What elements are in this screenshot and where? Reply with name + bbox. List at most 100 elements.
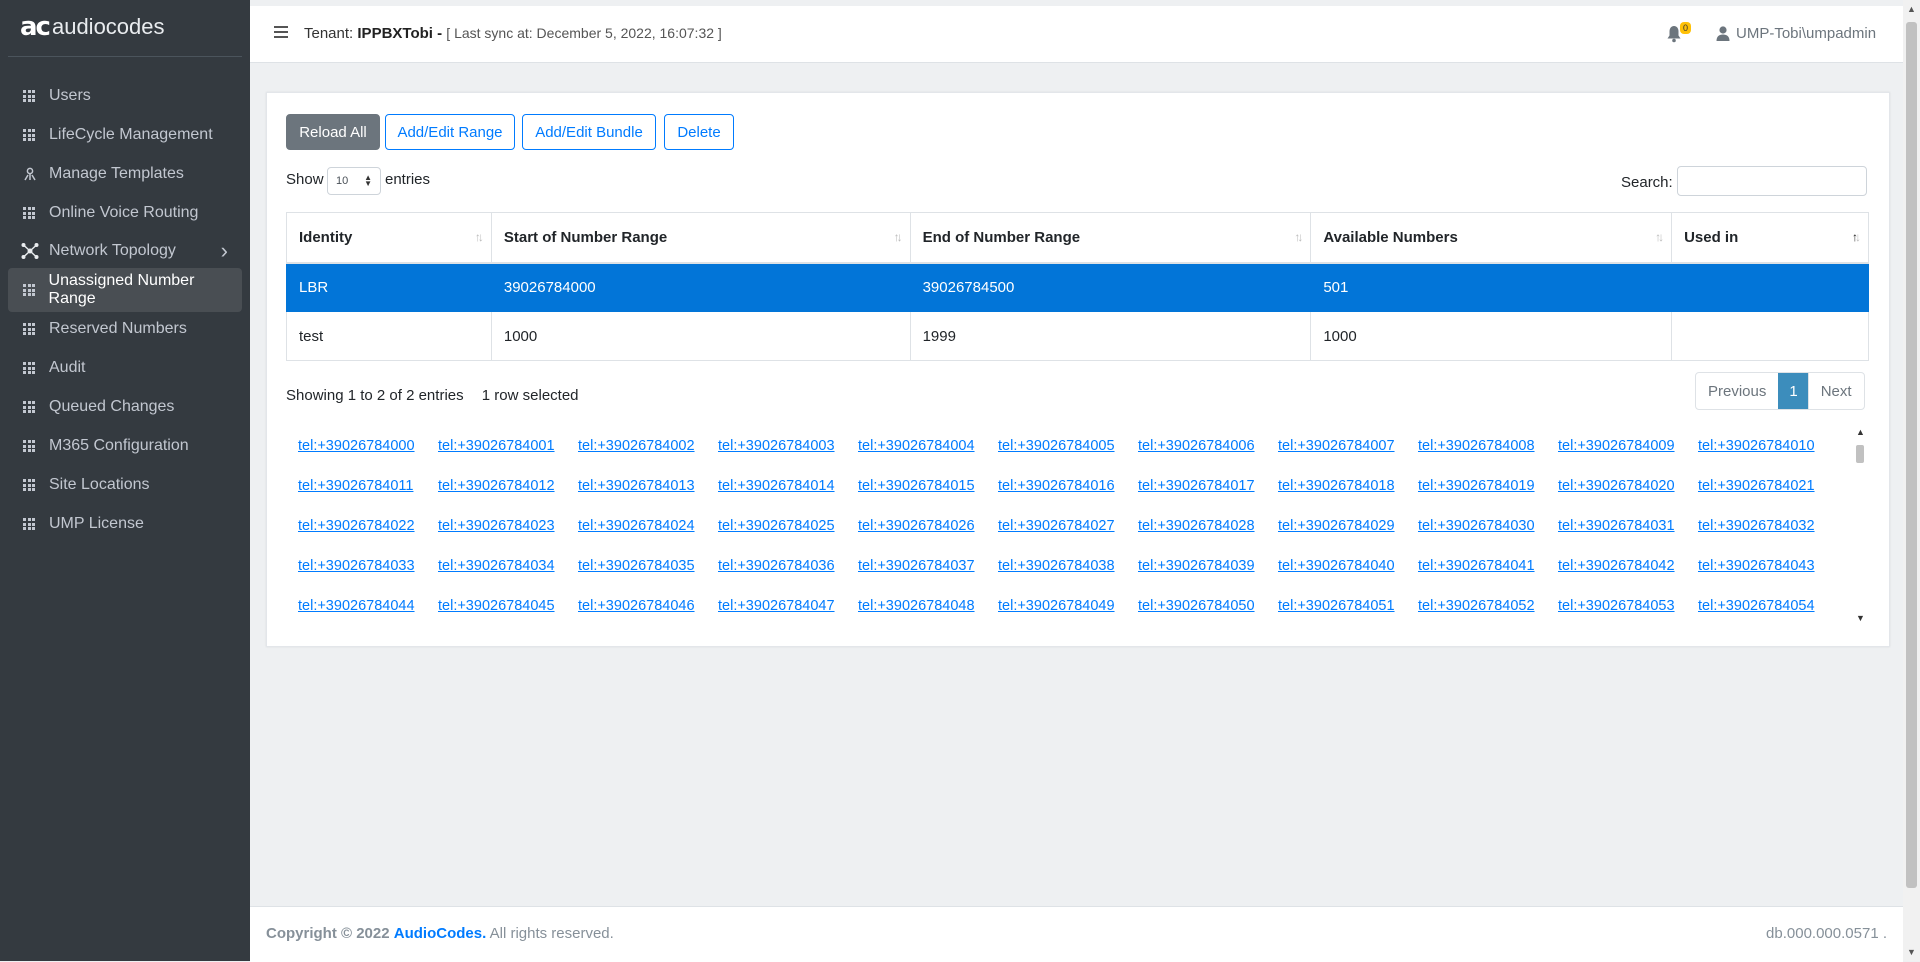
- tel-link[interactable]: tel:+39026784053: [1558, 586, 1698, 626]
- sidebar-item-queued-changes[interactable]: Queued Changes: [8, 385, 242, 429]
- tel-link[interactable]: tel:+39026784022: [298, 506, 438, 546]
- number-grid: tel:+39026784000 tel:+39026784001 tel:+390…: [298, 426, 1853, 626]
- tel-link[interactable]: tel:+39026784006: [1138, 426, 1278, 466]
- next-page-button[interactable]: Next: [1807, 373, 1864, 409]
- sidebar-item-ump-license[interactable]: UMP License: [8, 502, 242, 546]
- tel-link[interactable]: tel:+39026784003: [718, 426, 858, 466]
- tel-link[interactable]: tel:+39026784034: [438, 546, 578, 586]
- tel-link[interactable]: tel:+39026784050: [1138, 586, 1278, 626]
- tel-link[interactable]: tel:+39026784030: [1418, 506, 1558, 546]
- table-row[interactable]: LBR 39026784000 39026784500 501: [286, 262, 1869, 312]
- tel-link[interactable]: tel:+39026784001: [438, 426, 578, 466]
- tel-link[interactable]: tel:+39026784037: [858, 546, 998, 586]
- page-scroll-up-icon[interactable]: ▲: [1907, 4, 1916, 14]
- sidebar-item-manage-templates[interactable]: Manage Templates: [8, 152, 242, 196]
- tel-link[interactable]: tel:+39026784019: [1418, 466, 1558, 506]
- tel-link[interactable]: tel:+39026784024: [578, 506, 718, 546]
- hamburger-menu-icon[interactable]: [274, 26, 288, 38]
- tel-link[interactable]: tel:+39026784052: [1418, 586, 1558, 626]
- tel-link[interactable]: tel:+39026784008: [1418, 426, 1558, 466]
- column-header-used-in[interactable]: Used in ↑↓: [1671, 212, 1869, 264]
- page-1-button[interactable]: 1: [1778, 373, 1808, 409]
- tel-link[interactable]: tel:+39026784039: [1138, 546, 1278, 586]
- number-list-scrollbar[interactable]: ▲ ▼: [1853, 427, 1867, 623]
- tel-link[interactable]: tel:+39026784041: [1418, 546, 1558, 586]
- tel-link[interactable]: tel:+39026784035: [578, 546, 718, 586]
- column-header-identity[interactable]: Identity ↑↓: [286, 212, 492, 264]
- tel-link[interactable]: tel:+39026784010: [1698, 426, 1838, 466]
- user-menu[interactable]: UMP-Tobi\umpadmin: [1716, 25, 1876, 42]
- sidebar-item-unassigned-number-range[interactable]: Unassigned Number Range: [8, 268, 242, 312]
- tel-link[interactable]: tel:+39026784004: [858, 426, 998, 466]
- tel-link[interactable]: tel:+39026784013: [578, 466, 718, 506]
- cell-used-in: [1671, 311, 1869, 361]
- column-header-start[interactable]: Start of Number Range ↑↓: [490, 212, 911, 264]
- page-scrollbar-thumb[interactable]: [1906, 22, 1917, 888]
- column-header-end[interactable]: End of Number Range ↑↓: [909, 212, 1312, 264]
- tel-link[interactable]: tel:+39026784027: [998, 506, 1138, 546]
- tel-link[interactable]: tel:+39026784015: [858, 466, 998, 506]
- scroll-up-icon[interactable]: ▲: [1856, 427, 1865, 437]
- sidebar-item-reserved-numbers[interactable]: Reserved Numbers: [8, 307, 242, 351]
- search-input[interactable]: [1677, 166, 1867, 196]
- tel-link[interactable]: tel:+39026784005: [998, 426, 1138, 466]
- reload-all-button[interactable]: Reload All: [286, 114, 380, 150]
- tel-link[interactable]: tel:+39026784018: [1278, 466, 1418, 506]
- tel-link[interactable]: tel:+39026784021: [1698, 466, 1838, 506]
- add-edit-range-button[interactable]: Add/Edit Range: [385, 114, 515, 150]
- scroll-down-icon[interactable]: ▼: [1856, 613, 1865, 623]
- tel-link[interactable]: tel:+39026784047: [718, 586, 858, 626]
- tel-link[interactable]: tel:+39026784007: [1278, 426, 1418, 466]
- tel-link[interactable]: tel:+39026784009: [1558, 426, 1698, 466]
- page-scroll-down-icon[interactable]: ▼: [1907, 947, 1916, 957]
- cell-identity: LBR: [286, 262, 492, 312]
- sidebar-item-network-topology[interactable]: Network Topology ›: [8, 229, 242, 273]
- chevron-right-icon[interactable]: ›: [221, 238, 228, 264]
- tel-link[interactable]: tel:+39026784036: [718, 546, 858, 586]
- sidebar-item-site-locations[interactable]: Site Locations: [8, 463, 242, 507]
- tel-link[interactable]: tel:+39026784020: [1558, 466, 1698, 506]
- tel-link[interactable]: tel:+39026784045: [438, 586, 578, 626]
- sidebar-item-m365-configuration[interactable]: M365 Configuration: [8, 424, 242, 468]
- tel-link[interactable]: tel:+39026784028: [1138, 506, 1278, 546]
- previous-page-button[interactable]: Previous: [1696, 373, 1778, 409]
- tel-link[interactable]: tel:+39026784043: [1698, 546, 1838, 586]
- tel-link[interactable]: tel:+39026784044: [298, 586, 438, 626]
- table-row[interactable]: test 1000 1999 1000: [286, 311, 1869, 361]
- tel-link[interactable]: tel:+39026784026: [858, 506, 998, 546]
- tel-link[interactable]: tel:+39026784029: [1278, 506, 1418, 546]
- tel-link[interactable]: tel:+39026784049: [998, 586, 1138, 626]
- column-header-available[interactable]: Available Numbers ↑↓: [1310, 212, 1673, 264]
- scrollbar-thumb[interactable]: [1856, 445, 1864, 463]
- tel-link[interactable]: tel:+39026784011: [298, 466, 438, 506]
- tel-link[interactable]: tel:+39026784014: [718, 466, 858, 506]
- tel-link[interactable]: tel:+39026784002: [578, 426, 718, 466]
- tel-link[interactable]: tel:+39026784042: [1558, 546, 1698, 586]
- audiocodes-logo[interactable]: ac audiocodes: [20, 12, 165, 42]
- page-length-select[interactable]: 10 ▲ ▼: [327, 167, 381, 195]
- tel-link[interactable]: tel:+39026784012: [438, 466, 578, 506]
- tel-link[interactable]: tel:+39026784016: [998, 466, 1138, 506]
- sidebar-item-audit[interactable]: Audit: [8, 346, 242, 390]
- page-scrollbar[interactable]: ▲ ▼: [1903, 0, 1920, 961]
- sort-icon: ↑↓: [1294, 230, 1303, 244]
- tel-link[interactable]: tel:+39026784031: [1558, 506, 1698, 546]
- tel-link[interactable]: tel:+39026784025: [718, 506, 858, 546]
- tel-link[interactable]: tel:+39026784051: [1278, 586, 1418, 626]
- delete-button[interactable]: Delete: [664, 114, 734, 150]
- brand-link[interactable]: AudioCodes.: [394, 925, 487, 942]
- sidebar-item-lifecycle-management[interactable]: LifeCycle Management: [8, 113, 242, 157]
- tel-link[interactable]: tel:+39026784040: [1278, 546, 1418, 586]
- tel-link[interactable]: tel:+39026784033: [298, 546, 438, 586]
- tel-link[interactable]: tel:+39026784046: [578, 586, 718, 626]
- tel-link[interactable]: tel:+39026784000: [298, 426, 438, 466]
- tel-link[interactable]: tel:+39026784032: [1698, 506, 1838, 546]
- tel-link[interactable]: tel:+39026784054: [1698, 586, 1838, 626]
- tel-link[interactable]: tel:+39026784038: [998, 546, 1138, 586]
- tel-link[interactable]: tel:+39026784048: [858, 586, 998, 626]
- add-edit-bundle-button[interactable]: Add/Edit Bundle: [522, 114, 656, 150]
- number-range-table: Identity ↑↓ Start of Number Range ↑↓ End o…: [286, 212, 1869, 361]
- sidebar-item-users[interactable]: Users: [8, 74, 242, 118]
- tel-link[interactable]: tel:+39026784017: [1138, 466, 1278, 506]
- tel-link[interactable]: tel:+39026784023: [438, 506, 578, 546]
